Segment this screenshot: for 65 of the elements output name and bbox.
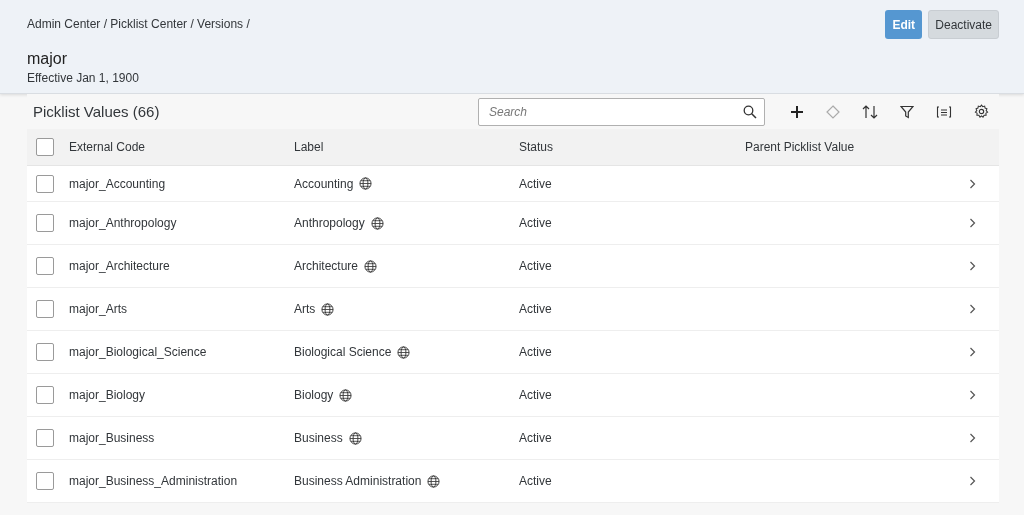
table-cell-text: Active [519, 302, 553, 316]
table-cell-text: Active [519, 474, 553, 488]
table-cell: Biology [294, 388, 334, 402]
settings-icon[interactable] [974, 104, 989, 119]
table-cell-text: major_Architecture [69, 259, 171, 273]
search-field[interactable]: Search [478, 97, 765, 126]
group-icon[interactable] [936, 104, 952, 119]
table-cell-text: major_Anthropology [69, 216, 178, 230]
chevron-icon[interactable] [969, 390, 976, 400]
row-checkbox[interactable] [36, 429, 54, 447]
row-checkbox[interactable] [36, 472, 54, 490]
table-title: Picklist Values (66) [33, 103, 161, 120]
row-checkbox[interactable] [36, 343, 54, 361]
table-cell-text: Active [519, 176, 553, 191]
table-cell: Business [294, 431, 343, 445]
breadcrumb[interactable]: Admin Center / Picklist Center / Versions / [27, 17, 250, 31]
globe-icon[interactable] [427, 474, 441, 488]
table-cell: Architecture [294, 259, 359, 273]
table-cell: Biological Science [294, 345, 392, 359]
table-cell-text: major_Accounting [69, 176, 167, 191]
table-cell-text: Active [519, 345, 553, 359]
table-cell: Arts [294, 302, 316, 316]
row-checkbox[interactable] [36, 214, 54, 232]
column-header[interactable]: Status [519, 140, 745, 154]
select-all-checkbox[interactable] [36, 138, 54, 156]
globe-icon[interactable] [397, 345, 411, 359]
page-subtitle: Effective Jan 1, 1900 [27, 71, 140, 85]
table-cell-text: Active [519, 388, 553, 402]
row-checkbox[interactable] [36, 174, 54, 193]
globe-icon[interactable] [321, 302, 335, 316]
filter-icon[interactable] [900, 104, 914, 119]
chevron-icon[interactable] [969, 218, 976, 228]
table-cell: Anthropology [294, 216, 365, 230]
table-cell-text: major_Business [69, 431, 156, 445]
chevron-icon[interactable] [969, 261, 976, 271]
table-cell-text: major_Business_Administration [69, 474, 239, 488]
row-checkbox[interactable] [36, 300, 54, 318]
globe-icon[interactable] [370, 216, 384, 230]
table-cell: Accounting [294, 176, 354, 191]
page-title: major [27, 50, 68, 68]
column-header[interactable]: Label [294, 140, 519, 154]
table-cell-text: major_Biology [69, 388, 147, 402]
globe-icon[interactable] [364, 259, 378, 273]
table-cell-text: Active [519, 216, 553, 230]
action-button[interactable]: Deactivate [928, 10, 999, 39]
chevron-icon[interactable] [969, 304, 976, 314]
table-cell-text: major_Arts [69, 302, 128, 316]
sort-icon[interactable] [862, 103, 878, 120]
table-cell-text: Active [519, 431, 553, 445]
row-checkbox[interactable] [36, 386, 54, 404]
add-icon[interactable] [790, 104, 804, 119]
column-header[interactable]: External Code [69, 140, 294, 154]
globe-icon[interactable] [348, 431, 362, 445]
row-checkbox[interactable] [36, 257, 54, 275]
search-icon[interactable] [743, 104, 757, 119]
column-header[interactable]: Parent Picklist Value [745, 140, 969, 154]
chevron-icon[interactable] [969, 347, 976, 357]
chevron-icon[interactable] [969, 433, 976, 443]
chevron-icon[interactable] [969, 178, 976, 189]
globe-icon[interactable] [359, 177, 373, 190]
table-cell-text: Active [519, 259, 553, 273]
table-cell-text: major_Biological_Science [69, 345, 208, 359]
table-cell: Business Administration [294, 474, 422, 488]
globe-icon[interactable] [339, 388, 353, 402]
chevron-icon[interactable] [969, 476, 976, 486]
